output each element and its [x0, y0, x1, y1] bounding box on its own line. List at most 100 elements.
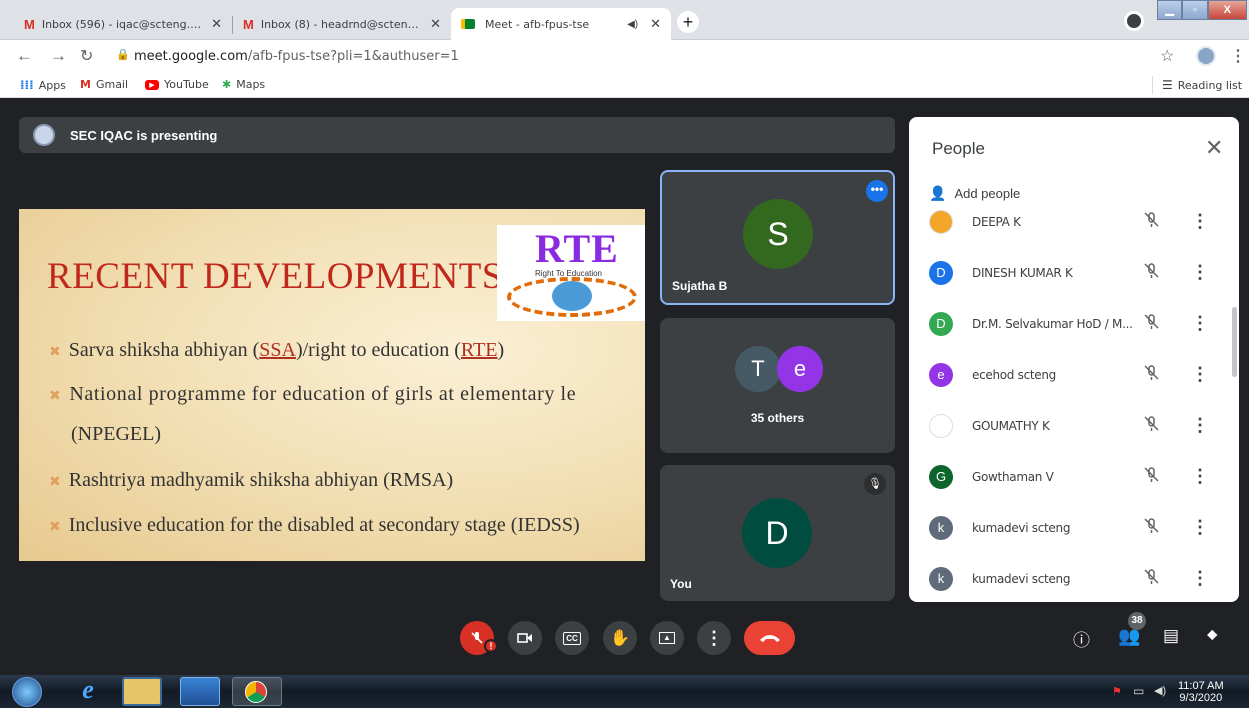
slide-title: RECENT DEVELOPMENTS — [47, 256, 503, 297]
volume-icon[interactable]: ◀) — [1154, 684, 1166, 697]
bookmark-gmail[interactable]: M Gmail — [80, 78, 128, 91]
mic-off-icon[interactable] — [1141, 261, 1161, 281]
gmail-icon: M — [24, 16, 35, 32]
presenting-text: SEC IQAC is presenting — [70, 127, 218, 143]
system-clock[interactable]: 11:07 AM 9/3/2020 — [1178, 680, 1224, 704]
clock-time: 11:07 AM — [1178, 680, 1224, 692]
participant-row[interactable]: GOUMATHY K ⋮ — [909, 404, 1239, 455]
avatar: e — [777, 346, 823, 392]
reload-icon[interactable]: ↻ — [80, 46, 93, 66]
participant-name: DINESH KUMAR K — [972, 266, 1073, 280]
reading-list-button[interactable]: ☰ Reading list — [1162, 78, 1242, 92]
more-options-icon[interactable]: ••• — [866, 180, 888, 202]
panel-title: People — [932, 139, 985, 158]
participant-avatar — [929, 210, 953, 234]
slide-bullet-4: ✖ Inclusive education for the disabled at… — [49, 514, 580, 537]
network-icon[interactable]: ▭ — [1133, 684, 1144, 698]
close-window-button[interactable]: X — [1207, 0, 1247, 20]
more-options-icon[interactable]: ⋮ — [1191, 568, 1209, 589]
kebab-icon: ⋮ — [705, 627, 723, 648]
forward-icon[interactable]: → — [50, 46, 67, 66]
tab-gmail-headrnd[interactable]: M Inbox (8) - headrnd@scteng.co.in ✕ — [233, 8, 451, 40]
action-center-flag-icon[interactable]: ⚑ — [1112, 685, 1122, 698]
participant-row[interactable]: k kumadevi scteng ⋮ — [909, 506, 1239, 557]
raise-hand-button[interactable]: ✋ — [603, 621, 637, 655]
mic-off-icon[interactable] — [1141, 516, 1161, 536]
participant-row[interactable]: D Dr.M. Selvakumar HoD / M... ⋮ — [909, 302, 1239, 353]
maximize-button[interactable]: ▫ — [1182, 0, 1208, 20]
more-options-icon[interactable]: ⋮ — [1191, 313, 1209, 334]
participant-row[interactable]: DEEPA K ⋮ — [909, 200, 1239, 251]
info-icon[interactable]: ⓘ — [1073, 626, 1090, 651]
present-button[interactable]: ▲ — [650, 621, 684, 655]
profile-icon[interactable] — [1124, 11, 1144, 31]
more-options-button[interactable]: ⋮ — [697, 621, 731, 655]
tab-gmail-iqac[interactable]: M Inbox (596) - iqac@scteng.co.in - ✕ — [14, 8, 232, 40]
close-icon[interactable]: ✕ — [1205, 135, 1223, 161]
globe-image — [552, 281, 592, 311]
mic-off-icon[interactable] — [1141, 363, 1161, 383]
mic-off-icon[interactable] — [1141, 465, 1161, 485]
scrollbar[interactable] — [1232, 307, 1237, 377]
account-avatar[interactable] — [1196, 46, 1216, 66]
chrome-taskbar-button[interactable] — [232, 677, 282, 706]
gmail-icon: M — [80, 78, 91, 91]
mic-off-icon[interactable] — [1141, 210, 1161, 230]
chat-icon[interactable]: ▤ — [1163, 626, 1179, 646]
bookmark-youtube[interactable]: ▶ YouTube — [145, 78, 209, 91]
participant-avatar: e — [929, 363, 953, 387]
slide-bullet-3: ✖ Rashtriya madhyamik shiksha abhiyan (RM… — [49, 469, 453, 492]
mic-off-icon[interactable] — [1141, 414, 1161, 434]
leave-call-button[interactable] — [744, 621, 795, 655]
more-options-icon[interactable]: ⋮ — [1191, 262, 1209, 283]
close-tab-icon[interactable]: ✕ — [430, 16, 441, 32]
participant-avatar: k — [929, 516, 953, 540]
close-tab-icon[interactable]: ✕ — [650, 16, 661, 32]
more-options-icon[interactable]: ⋮ — [1191, 415, 1209, 436]
mic-toggle-button[interactable]: ! — [460, 621, 498, 655]
tab-meet[interactable]: Meet - afb-fpus-tse ◀) ✕ — [451, 8, 671, 40]
hand-icon: ✋ — [610, 630, 630, 647]
ssa-link[interactable]: SSA — [259, 339, 296, 361]
presenter-avatar — [33, 124, 55, 146]
menu-kebab-icon[interactable]: ⋮ — [1230, 46, 1246, 66]
bookmark-apps[interactable]: ⁞⁞⁞ Apps — [20, 78, 66, 92]
bullet-marker-icon: ✖ — [49, 345, 61, 360]
close-tab-icon[interactable]: ✕ — [211, 16, 222, 32]
participant-row[interactable]: k kumadevi scteng ⋮ — [909, 557, 1239, 602]
more-options-icon[interactable]: ⋮ — [1191, 211, 1209, 232]
more-options-icon[interactable]: ⋮ — [1191, 517, 1209, 538]
mic-off-icon[interactable] — [1141, 567, 1161, 587]
more-options-icon[interactable]: ⋮ — [1191, 466, 1209, 487]
participant-avatar: G — [929, 465, 953, 489]
participant-tile-self[interactable]: D You 🎙 — [660, 465, 895, 601]
participant-tile-others[interactable]: T e 35 others — [660, 318, 895, 453]
file-explorer-icon[interactable] — [122, 677, 162, 706]
participant-row[interactable]: e ecehod scteng ⋮ — [909, 353, 1239, 404]
participant-row[interactable]: G Gowthaman V ⋮ — [909, 455, 1239, 506]
bookmark-star-icon[interactable]: ☆ — [1160, 46, 1174, 66]
tab-title: Inbox (8) - headrnd@scteng.co.in — [260, 17, 425, 31]
bookmark-maps[interactable]: ✱ Maps — [222, 78, 265, 91]
captions-button[interactable]: CC — [555, 621, 589, 655]
participant-name: DEEPA K — [972, 215, 1021, 229]
address-bar[interactable]: meet.google.com/afb-fpus-tse?pli=1&authu… — [134, 46, 1174, 68]
minimize-button[interactable]: ▁ — [1157, 0, 1183, 20]
internet-explorer-icon[interactable]: e — [68, 677, 108, 706]
back-icon[interactable]: ← — [16, 46, 33, 66]
participant-count-badge: 38 — [1128, 612, 1146, 630]
camera-toggle-button[interactable] — [508, 621, 542, 655]
new-tab-button[interactable]: + — [677, 11, 699, 33]
participant-row[interactable]: D DINESH KUMAR K ⋮ — [909, 251, 1239, 302]
avatar: S — [743, 199, 813, 269]
divider — [1152, 76, 1153, 94]
participant-tile-sujatha[interactable]: S Sujatha B ••• — [660, 170, 895, 305]
bullet-marker-icon: ✖ — [49, 389, 62, 404]
mic-off-icon[interactable] — [1141, 312, 1161, 332]
windows-start-button[interactable] — [12, 677, 42, 707]
rte-link[interactable]: RTE — [461, 339, 498, 361]
media-player-icon[interactable] — [180, 677, 220, 706]
more-options-icon[interactable]: ⋮ — [1191, 364, 1209, 385]
activities-icon[interactable]: ⬥ — [1207, 626, 1218, 643]
window-controls: ▁ ▫ X — [1157, 0, 1247, 22]
